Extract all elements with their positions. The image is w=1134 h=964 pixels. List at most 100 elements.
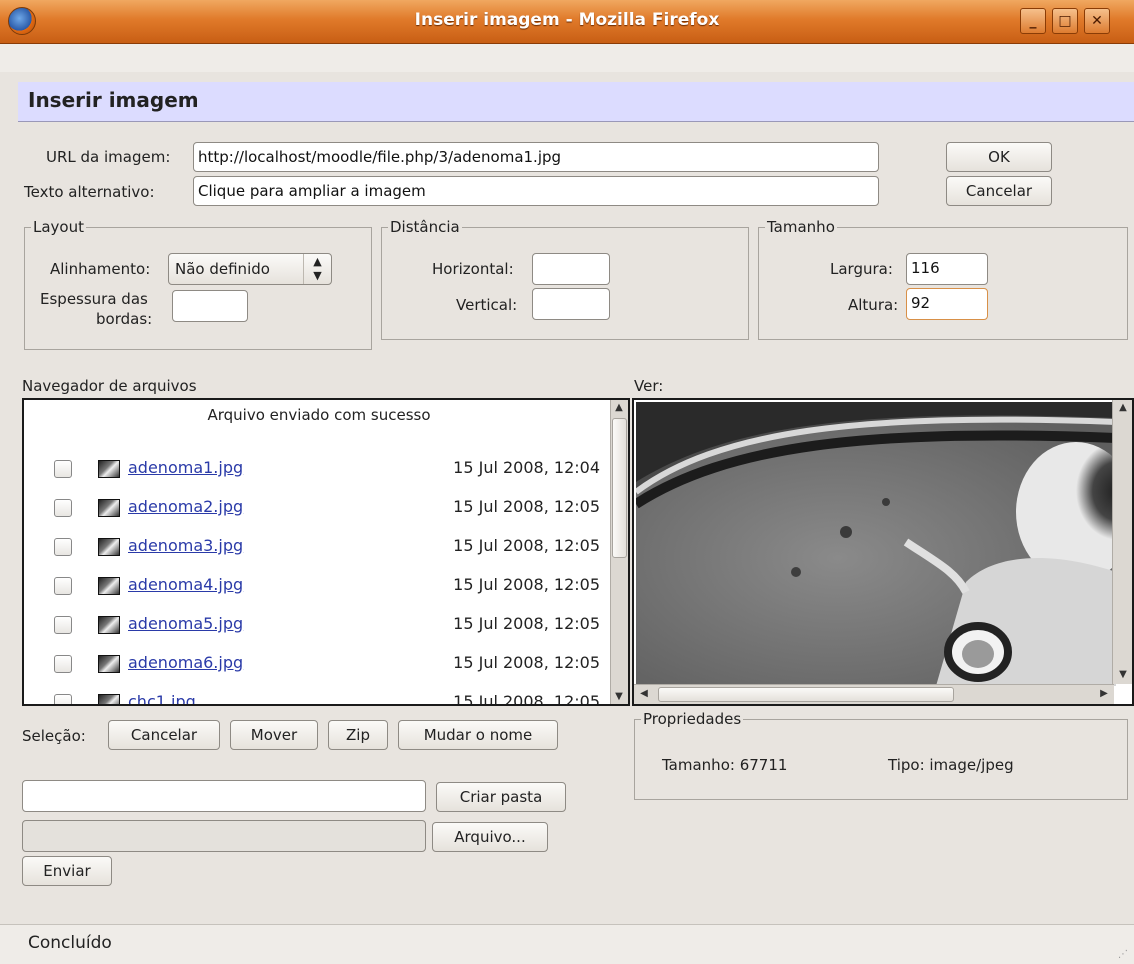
create-folder-button[interactable]: Criar pasta [436,782,566,812]
maximize-button[interactable]: □ [1052,8,1078,34]
file-checkbox[interactable] [54,577,72,595]
image-file-icon [98,655,120,673]
file-row: adenoma5.jpg 15 Jul 2008, 12:05 [24,610,614,640]
vertical-label: Vertical: [456,296,518,314]
size-legend: Tamanho [767,218,835,236]
alt-text-input[interactable]: Clique para ampliar a imagem [193,176,879,206]
distance-legend: Distância [390,218,460,236]
preview-hscroll[interactable]: ◀ ▶ [634,684,1114,704]
file-checkbox[interactable] [54,460,72,478]
file-size-text: Tamanho: 67711 [662,756,788,774]
scroll-down-icon[interactable]: ▼ [611,691,627,702]
select-arrows-icon: ▲ ▼ [303,254,331,284]
file-date: 15 Jul 2008, 12:04 [453,458,600,477]
width-label: Largura: [830,260,893,278]
file-row: chc1.jpg 15 Jul 2008, 12:05 [24,688,614,706]
vertical-input[interactable] [532,288,610,320]
selection-cancel-button[interactable]: Cancelar [108,720,220,750]
scroll-up-icon[interactable]: ▲ [1115,402,1131,413]
width-input[interactable]: 116 [906,253,988,285]
scroll-thumb[interactable] [612,418,627,558]
send-button[interactable]: Enviar [22,856,112,886]
window-title: Inserir imagem - Mozilla Firefox [414,10,720,30]
scroll-left-icon[interactable]: ◀ [636,688,652,699]
scroll-up-icon[interactable]: ▲ [611,402,627,413]
file-checkbox[interactable] [54,499,72,517]
minimize-button[interactable]: _ [1020,8,1046,34]
border-label-line2: bordas: [96,310,153,328]
file-link[interactable]: adenoma2.jpg [128,497,243,516]
file-row: adenoma4.jpg 15 Jul 2008, 12:05 [24,571,614,601]
file-checkbox[interactable] [54,694,72,704]
height-input[interactable]: 92 [906,288,988,320]
preview-vscroll-thumb[interactable] [1113,400,1132,560]
ok-button[interactable]: OK [946,142,1052,172]
image-file-icon [98,694,120,704]
file-row: adenoma2.jpg 15 Jul 2008, 12:05 [24,493,614,523]
properties-group: Propriedades [634,710,1128,800]
file-row: adenoma1.jpg 15 Jul 2008, 12:04 [24,454,614,484]
file-date: 15 Jul 2008, 12:05 [453,653,600,672]
border-width-input[interactable] [172,290,248,322]
alignment-label: Alinhamento: [50,260,151,278]
move-button[interactable]: Mover [230,720,318,750]
upload-success-message: Arquivo enviado com sucesso [207,406,431,424]
close-button[interactable]: ✕ [1084,8,1110,34]
file-date: 15 Jul 2008, 12:05 [453,497,600,516]
window-titlebar: Inserir imagem - Mozilla Firefox _ □ ✕ [0,0,1134,44]
file-link[interactable]: adenoma6.jpg [128,653,243,672]
file-link[interactable]: adenoma4.jpg [128,575,243,594]
image-file-icon [98,577,120,595]
status-text: Concluído [28,933,112,953]
rename-button[interactable]: Mudar o nome [398,720,558,750]
file-row: adenoma6.jpg 15 Jul 2008, 12:05 [24,649,614,679]
file-row: adenoma3.jpg 15 Jul 2008, 12:05 [24,532,614,562]
file-path-input[interactable] [22,820,426,852]
file-date: 15 Jul 2008, 12:05 [453,536,600,555]
status-bar: Concluído ⋰ [0,924,1134,964]
alignment-value: Não definido [175,260,270,278]
image-file-icon [98,616,120,634]
horizontal-label: Horizontal: [432,260,514,278]
browse-file-button[interactable]: Arquivo... [432,822,548,852]
file-browser[interactable]: Arquivo enviado com sucesso adenoma1.jpg… [22,398,630,706]
preview-hscroll-thumb[interactable] [658,687,954,702]
scroll-right-icon[interactable]: ▶ [1096,688,1112,699]
dialog-heading: Inserir imagem [18,82,1134,122]
height-label: Altura: [848,296,899,314]
file-checkbox[interactable] [54,538,72,556]
file-checkbox[interactable] [54,655,72,673]
file-link[interactable]: chc1.jpg [128,692,196,704]
scroll-down-icon[interactable]: ▼ [1115,669,1131,680]
url-label: URL da imagem: [46,148,171,166]
cancel-button[interactable]: Cancelar [946,176,1052,206]
border-label-line1: Espessura das [40,290,148,308]
alt-text-label: Texto alternativo: [24,183,155,201]
file-link[interactable]: adenoma3.jpg [128,536,243,555]
zip-button[interactable]: Zip [328,720,388,750]
mri-preview-image [636,402,1116,686]
resize-grip-icon[interactable]: ⋰ [1118,949,1128,960]
image-file-icon [98,460,120,478]
image-preview[interactable]: ▲ ▼ ◀ ▶ [632,398,1134,706]
file-browser-scrollbar[interactable]: ▲ ▼ [610,400,628,704]
file-link[interactable]: adenoma1.jpg [128,458,243,477]
selection-label: Seleção: [22,727,86,745]
image-file-icon [98,499,120,517]
horizontal-input[interactable] [532,253,610,285]
file-date: 15 Jul 2008, 12:05 [453,692,600,706]
file-date: 15 Jul 2008, 12:05 [453,614,600,633]
file-browser-label: Navegador de arquivos [22,377,197,395]
url-input[interactable]: http://localhost/moodle/file.php/3/adeno… [193,142,879,172]
preview-vscroll[interactable]: ▲ ▼ [1112,400,1132,684]
properties-legend: Propriedades [643,710,742,728]
toolbar-area [0,44,1134,72]
preview-label: Ver: [634,377,664,395]
image-file-icon [98,538,120,556]
alignment-select[interactable]: Não definido ▲ ▼ [168,253,332,285]
file-type-text: Tipo: image/jpeg [888,756,1014,774]
file-link[interactable]: adenoma5.jpg [128,614,243,633]
new-folder-input[interactable] [22,780,426,812]
file-checkbox[interactable] [54,616,72,634]
file-date: 15 Jul 2008, 12:05 [453,575,600,594]
